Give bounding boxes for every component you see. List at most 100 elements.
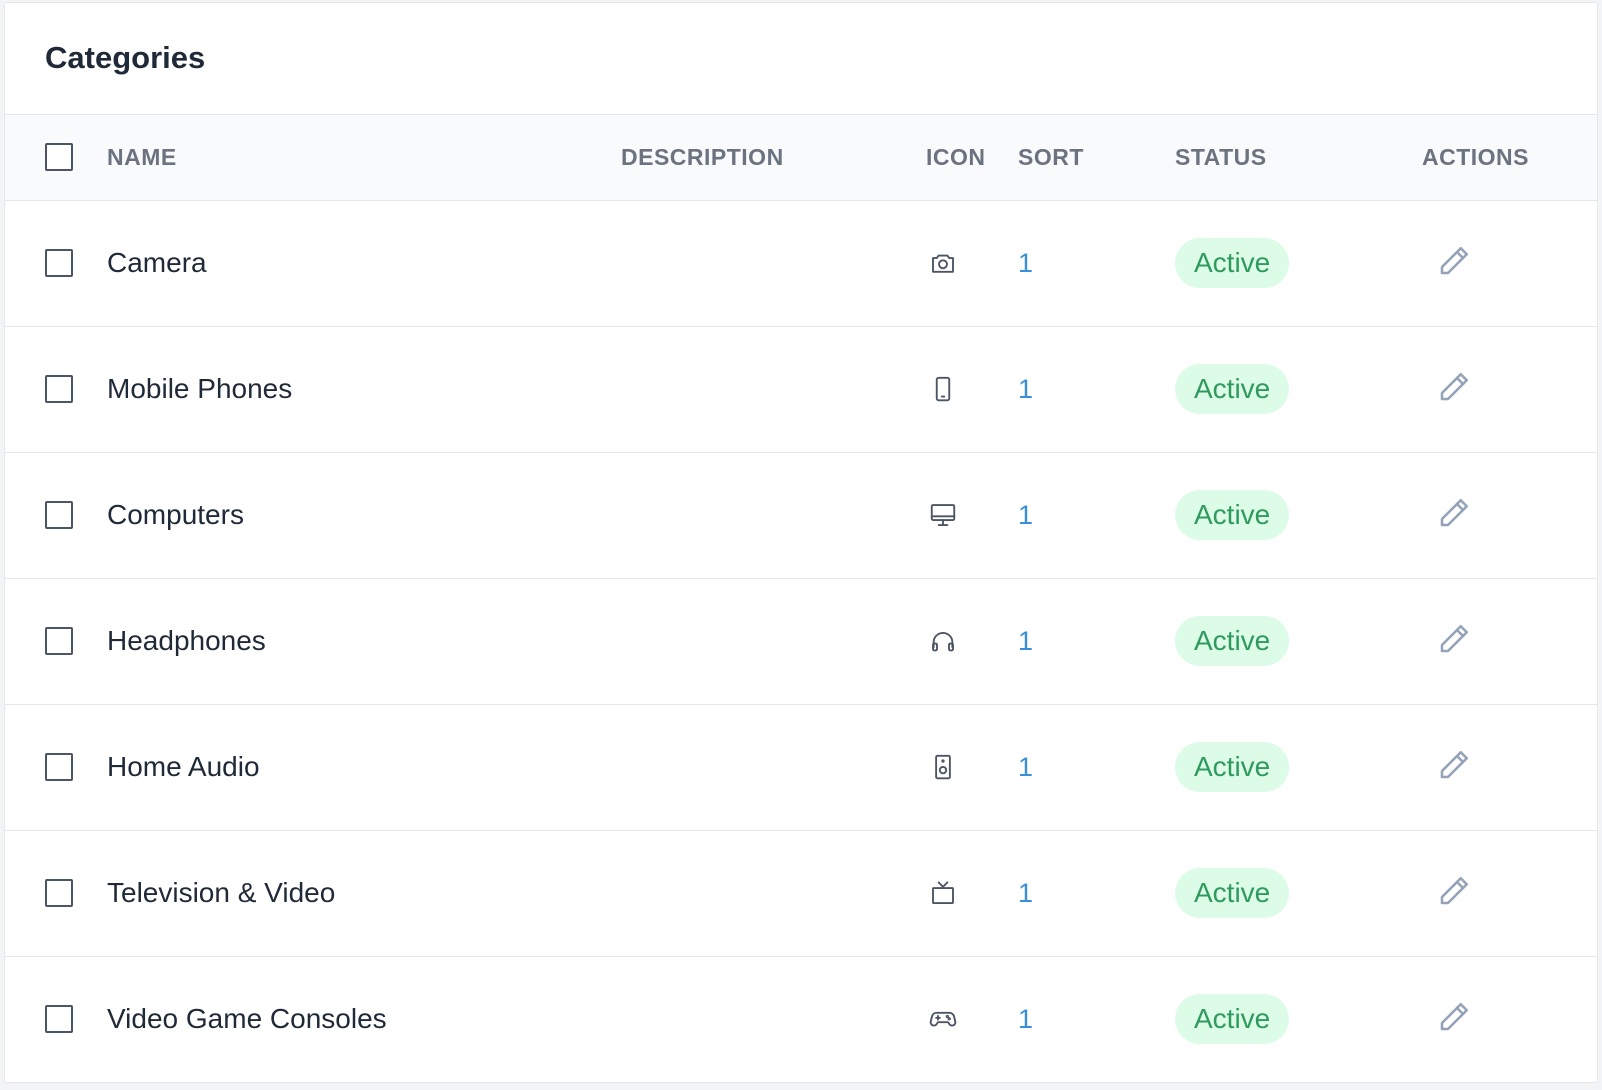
select-all-checkbox[interactable] bbox=[45, 143, 73, 172]
table-header-row: NAME DESCRIPTION ICON SORT STATUS ACTION… bbox=[5, 115, 1597, 201]
sort-cell: 1 bbox=[1018, 830, 1175, 957]
pencil-icon bbox=[1440, 750, 1469, 778]
status-badge: Active bbox=[1175, 994, 1290, 1045]
edit-button[interactable] bbox=[1436, 999, 1472, 1035]
desktop-computer-icon bbox=[930, 504, 956, 526]
actions-cell bbox=[1422, 578, 1597, 705]
select-all-header bbox=[5, 115, 107, 201]
categories-table: NAME DESCRIPTION ICON SORT STATUS ACTION… bbox=[5, 115, 1597, 1082]
category-description bbox=[621, 452, 926, 579]
categories-card: Categories NAME DESCRIPTION ICON SORT ST… bbox=[4, 2, 1598, 1083]
category-name: Headphones bbox=[107, 578, 621, 705]
pencil-icon bbox=[1440, 624, 1469, 652]
category-name: Computers bbox=[107, 452, 621, 579]
table-row: Camera 1 Active bbox=[5, 200, 1597, 327]
sort-cell: 1 bbox=[1018, 326, 1175, 453]
mobile-phone-icon bbox=[935, 376, 951, 402]
row-select-cell bbox=[5, 452, 107, 579]
actions-cell bbox=[1422, 830, 1597, 957]
status-badge: Active bbox=[1175, 742, 1290, 792]
sort-value[interactable]: 1 bbox=[1018, 626, 1033, 656]
sort-value[interactable]: 1 bbox=[1018, 374, 1033, 404]
category-name: Mobile Phones bbox=[107, 326, 621, 453]
status-badge: Active bbox=[1175, 364, 1290, 414]
column-header-icon[interactable]: ICON bbox=[926, 115, 1018, 201]
category-name: Television & Video bbox=[107, 830, 621, 957]
pencil-icon bbox=[1440, 498, 1469, 526]
row-select-cell bbox=[5, 578, 107, 705]
category-description bbox=[621, 956, 926, 1082]
headphones-icon bbox=[932, 631, 954, 652]
edit-button[interactable] bbox=[1436, 747, 1472, 783]
speaker-icon bbox=[935, 754, 951, 780]
edit-button[interactable] bbox=[1436, 873, 1472, 909]
category-name: Video Game Consoles bbox=[107, 1003, 387, 1035]
row-select-cell bbox=[5, 326, 107, 453]
category-icon-cell bbox=[926, 956, 1018, 1082]
status-badge: Active bbox=[1175, 238, 1290, 288]
actions-cell bbox=[1422, 452, 1597, 579]
sort-cell: 1 bbox=[1018, 704, 1175, 831]
pencil-icon bbox=[1440, 372, 1469, 400]
category-icon-cell bbox=[926, 452, 1018, 579]
actions-cell bbox=[1422, 704, 1597, 831]
row-checkbox[interactable] bbox=[45, 375, 73, 403]
card-header: Categories bbox=[5, 3, 1597, 115]
category-description bbox=[621, 830, 926, 957]
sort-cell: 1 bbox=[1018, 578, 1175, 705]
actions-cell bbox=[1422, 200, 1597, 327]
column-header-status[interactable]: STATUS bbox=[1175, 115, 1422, 201]
row-checkbox[interactable] bbox=[45, 249, 73, 277]
sort-cell: 1 bbox=[1018, 452, 1175, 579]
status-cell: Active bbox=[1175, 578, 1422, 705]
status-cell: Active bbox=[1175, 452, 1422, 579]
row-select-cell bbox=[5, 956, 107, 1082]
row-checkbox[interactable] bbox=[45, 627, 73, 655]
row-checkbox[interactable] bbox=[45, 879, 73, 907]
edit-button[interactable] bbox=[1436, 621, 1472, 657]
column-header-actions: ACTIONS bbox=[1422, 115, 1597, 201]
sort-cell: 1 bbox=[1018, 200, 1175, 327]
status-cell: Active bbox=[1175, 830, 1422, 957]
row-checkbox[interactable] bbox=[45, 1005, 73, 1034]
status-cell: Active bbox=[1175, 704, 1422, 831]
page-title: Categories bbox=[45, 39, 206, 75]
table-row: Television & Video 1 Active bbox=[5, 830, 1597, 957]
row-checkbox[interactable] bbox=[45, 501, 73, 529]
category-icon-cell bbox=[926, 200, 1018, 327]
table-row: Video Game Consoles 1 Active bbox=[5, 956, 1597, 1082]
sort-value[interactable]: 1 bbox=[1018, 1004, 1033, 1034]
category-description bbox=[621, 326, 926, 453]
category-icon-cell bbox=[926, 578, 1018, 705]
camera-icon bbox=[932, 254, 954, 273]
gamepad-icon bbox=[929, 1012, 957, 1027]
sort-value[interactable]: 1 bbox=[1018, 248, 1033, 278]
actions-cell bbox=[1422, 326, 1597, 453]
status-badge: Active bbox=[1175, 868, 1290, 918]
edit-button[interactable] bbox=[1436, 495, 1472, 531]
category-description bbox=[621, 578, 926, 705]
sort-value[interactable]: 1 bbox=[1018, 878, 1033, 908]
sort-cell: 1 bbox=[1018, 956, 1175, 1082]
status-cell: Active bbox=[1175, 956, 1422, 1082]
edit-button[interactable] bbox=[1436, 369, 1472, 405]
edit-button[interactable] bbox=[1436, 243, 1472, 279]
actions-cell bbox=[1422, 956, 1597, 1082]
sort-value[interactable]: 1 bbox=[1018, 752, 1033, 782]
table-row: Home Audio 1 Active bbox=[5, 704, 1597, 831]
row-select-cell bbox=[5, 200, 107, 327]
category-description bbox=[621, 200, 926, 327]
pencil-icon bbox=[1440, 1002, 1469, 1031]
row-select-cell bbox=[5, 830, 107, 957]
row-select-cell bbox=[5, 704, 107, 831]
category-name: Camera bbox=[107, 200, 621, 327]
category-icon-cell bbox=[926, 326, 1018, 453]
row-checkbox[interactable] bbox=[45, 753, 73, 781]
pencil-icon bbox=[1440, 876, 1469, 904]
column-header-sort[interactable]: SORT bbox=[1018, 115, 1175, 201]
table-row: Mobile Phones 1 Active bbox=[5, 326, 1597, 453]
television-icon bbox=[932, 881, 954, 904]
sort-value[interactable]: 1 bbox=[1018, 500, 1033, 530]
column-header-name[interactable]: NAME bbox=[107, 115, 621, 201]
column-header-description[interactable]: DESCRIPTION bbox=[621, 115, 926, 201]
